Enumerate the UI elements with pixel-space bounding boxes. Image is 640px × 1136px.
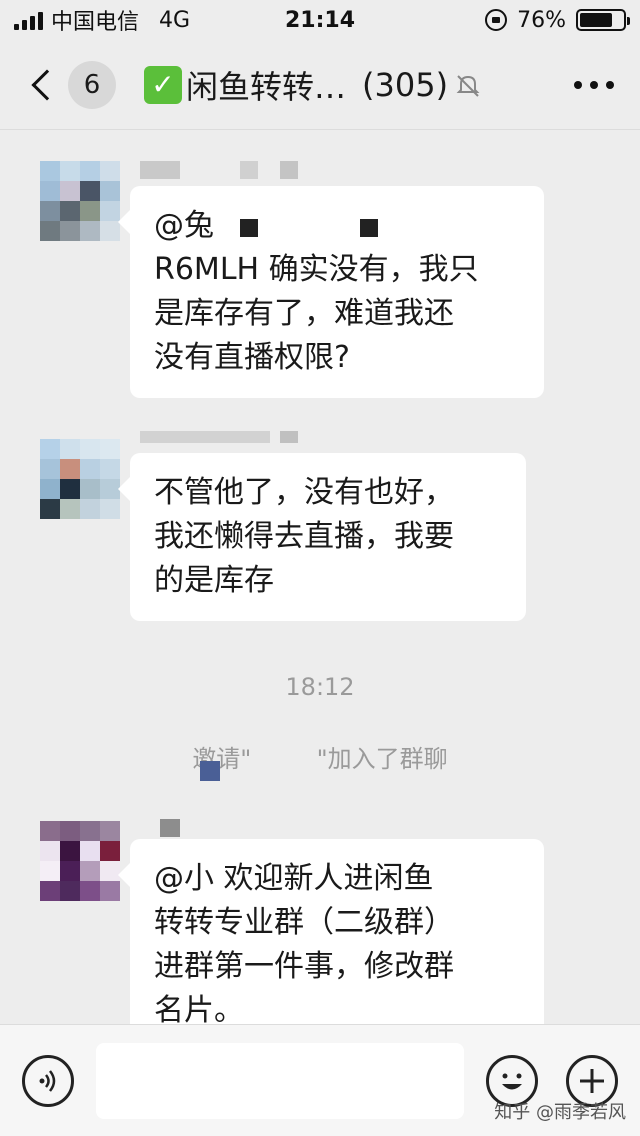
- message-input[interactable]: [96, 1043, 464, 1119]
- system-message-part2: "加入了群聊: [316, 745, 448, 773]
- sender-name-blurred: [140, 161, 300, 183]
- message-text: 不管他了，没有也好， 我还懒得去直播，我要 的是库存: [154, 475, 454, 598]
- back-chevron-icon: [31, 68, 63, 101]
- message-bubble[interactable]: 不管他了，没有也好， 我还懒得去直播，我要 的是库存: [118, 453, 526, 621]
- sender-name-blurred: [140, 431, 300, 453]
- mute-bell-icon: [454, 71, 482, 99]
- battery-percent: 76%: [517, 7, 566, 33]
- avatar[interactable]: [40, 821, 120, 921]
- chat-area[interactable]: @兔 R6MLH 确实没有，我只 是库存有了，难道我还 没有直播权限? 不管他了…: [0, 131, 640, 1024]
- unread-badge: 6: [68, 60, 116, 109]
- message-bubble[interactable]: @兔 R6MLH 确实没有，我只 是库存有了，难道我还 没有直播权限?: [118, 186, 544, 398]
- avatar[interactable]: [40, 161, 120, 261]
- back-button[interactable]: [26, 65, 66, 105]
- voice-input-button[interactable]: [22, 1055, 74, 1107]
- message-text: @小 欢迎新人进闲鱼 转转专业群（二级群） 进群第一件事，修改群 名片。: [154, 861, 454, 1024]
- system-message: 邀请" "加入了群聊: [0, 739, 640, 774]
- battery-fill: [580, 13, 612, 27]
- avatar[interactable]: [40, 439, 120, 539]
- chat-title[interactable]: 闲鱼转转…: [186, 62, 346, 108]
- voice-icon: [39, 1070, 56, 1092]
- plus-icon: [580, 1069, 604, 1093]
- message-bubble[interactable]: @小 欢迎新人进闲鱼 转转专业群（二级群） 进群第一件事，修改群 名片。: [118, 839, 544, 1024]
- smiley-icon: [502, 1073, 522, 1090]
- member-count: (305): [362, 65, 449, 104]
- redaction-mark: [360, 219, 378, 237]
- chat-header: 6 ✓ 闲鱼转转… (305): [0, 40, 640, 130]
- redaction-mark: [240, 219, 258, 237]
- message-text: @兔 R6MLH 确实没有，我只 是库存有了，难道我还 没有直播权限?: [154, 208, 479, 375]
- check-mark-icon: ✓: [144, 65, 182, 104]
- status-bar: 中国电信 4G 21:14 76%: [0, 0, 640, 40]
- sender-name-blurred: [160, 819, 200, 841]
- more-options-button[interactable]: [574, 71, 614, 99]
- redaction-mark: [200, 761, 220, 781]
- rotation-lock-icon: [485, 9, 508, 31]
- watermark: 知乎 @雨季若风: [494, 1102, 626, 1123]
- timestamp: 18:12: [285, 673, 355, 701]
- battery-icon: [576, 9, 630, 31]
